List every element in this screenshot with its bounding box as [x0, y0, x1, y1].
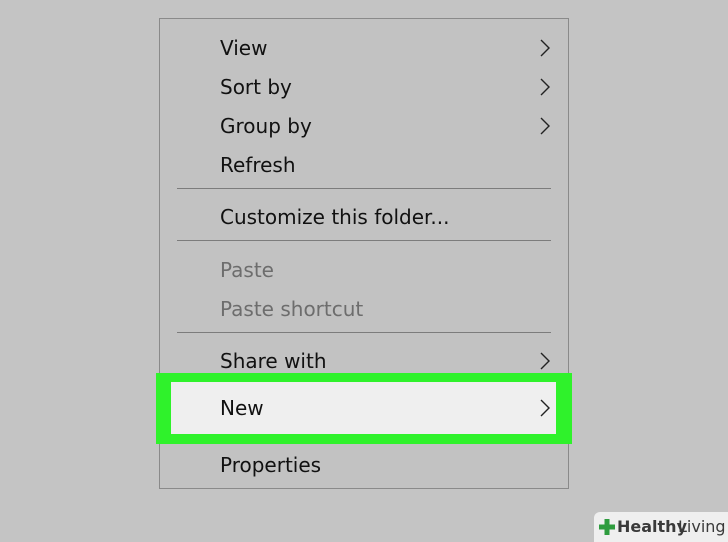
- chevron-right-icon: [540, 78, 550, 96]
- menu-item-label: Refresh: [220, 153, 296, 177]
- menu-separator: [177, 188, 551, 189]
- menu-separator: [177, 332, 551, 333]
- menu-item-refresh[interactable]: Refresh: [160, 147, 568, 183]
- brand-watermark: Healthy Living: [594, 512, 728, 542]
- context-menu: View Sort by Group by Refresh Customize …: [156, 18, 572, 489]
- highlight-frame: New: [156, 373, 572, 444]
- chevron-right-icon: [540, 117, 550, 135]
- chevron-right-icon: [540, 39, 550, 57]
- menu-item-label: Group by: [220, 114, 312, 138]
- menu-item-paste-shortcut[interactable]: Paste shortcut: [160, 291, 568, 327]
- menu-item-label: Properties: [220, 453, 322, 477]
- menu-item-properties[interactable]: Properties: [160, 447, 568, 483]
- menu-item-new[interactable]: New: [156, 390, 572, 426]
- menu-item-label: Customize this folder...: [220, 205, 450, 229]
- menu-separator: [177, 240, 551, 241]
- plus-leaf-icon: [599, 519, 615, 535]
- chevron-right-icon: [540, 352, 550, 370]
- menu-item-sort-by[interactable]: Sort by: [160, 69, 568, 105]
- menu-item-label: New: [220, 396, 264, 420]
- menu-item-label: Share with: [220, 349, 327, 373]
- menu-item-label: Paste shortcut: [220, 297, 364, 321]
- brand-name-part2: Living: [678, 517, 726, 536]
- menu-item-customize-folder[interactable]: Customize this folder...: [160, 199, 568, 235]
- menu-item-label: View: [220, 36, 268, 60]
- brand-name-part1: Healthy: [617, 517, 687, 536]
- menu-item-paste[interactable]: Paste: [160, 252, 568, 288]
- menu-item-group-by[interactable]: Group by: [160, 108, 568, 144]
- menu-item-view[interactable]: View: [160, 30, 568, 66]
- menu-item-label: Sort by: [220, 75, 292, 99]
- chevron-right-icon: [540, 399, 550, 417]
- menu-item-label: Paste: [220, 258, 274, 282]
